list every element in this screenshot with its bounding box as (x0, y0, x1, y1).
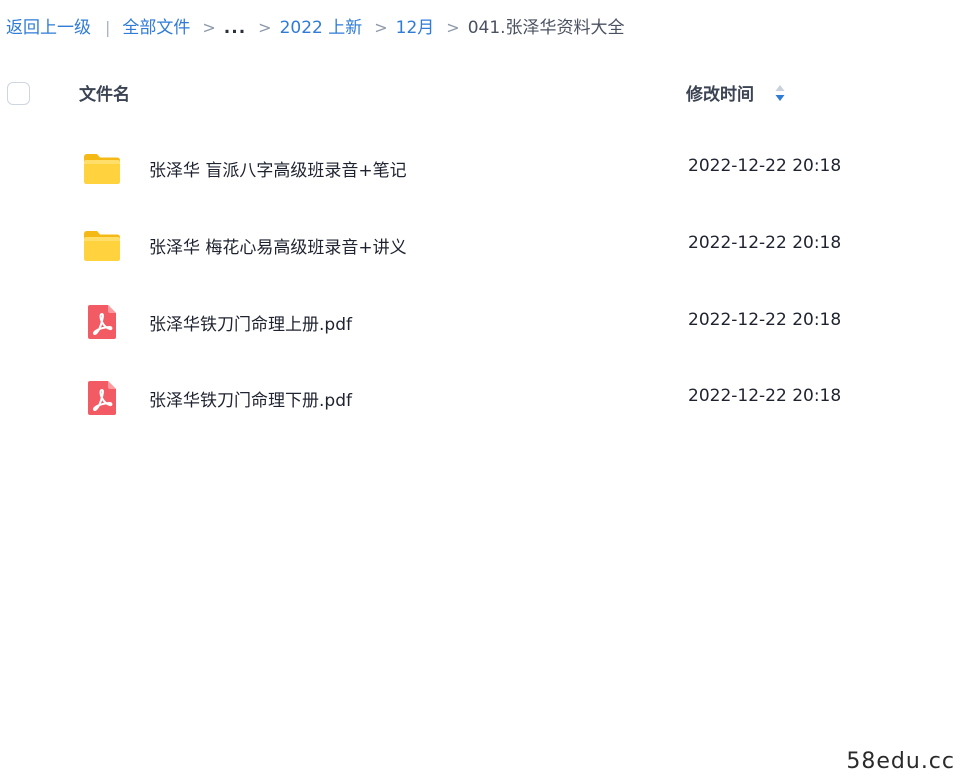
breadcrumb-separator-icon: > (374, 18, 388, 37)
breadcrumb-ellipsis[interactable]: ... (224, 14, 246, 42)
table-row[interactable]: 张泽华 梅花心易高级班录音+讲义 2022-12-22 20:18 (0, 211, 969, 281)
breadcrumb: 返回上一级 | 全部文件 > ... > 2022 上新 > 12月 > 041… (6, 14, 625, 42)
file-modified-time: 2022-12-22 20:18 (688, 386, 842, 406)
breadcrumb-separator-icon: > (446, 18, 460, 37)
back-link[interactable]: 返回上一级 (6, 14, 91, 42)
folder-icon (84, 154, 120, 184)
breadcrumb-current: 041.张泽华资料大全 (467, 18, 625, 38)
watermark: 58edu.cc (846, 749, 955, 774)
file-browser: 返回上一级 | 全部文件 > ... > 2022 上新 > 12月 > 041… (0, 0, 969, 784)
pdf-icon (88, 381, 116, 415)
file-name[interactable]: 张泽华 盲派八字高级班录音+笔记 (149, 156, 407, 181)
select-all-checkbox[interactable] (7, 82, 30, 105)
breadcrumb-all-files[interactable]: 全部文件 (122, 14, 190, 42)
folder-icon (84, 231, 120, 261)
breadcrumb-2022[interactable]: 2022 上新 (280, 14, 363, 42)
file-name[interactable]: 张泽华铁刀门命理下册.pdf (149, 386, 352, 411)
column-header-time[interactable]: 修改时间 (686, 80, 754, 105)
column-header-name[interactable]: 文件名 (79, 80, 130, 105)
table-row[interactable]: 张泽华铁刀门命理下册.pdf 2022-12-22 20:18 (0, 364, 969, 434)
breadcrumb-separator-icon: > (202, 18, 216, 37)
table-row[interactable]: 张泽华 盲派八字高级班录音+笔记 2022-12-22 20:18 (0, 134, 969, 204)
table-row[interactable]: 张泽华铁刀门命理上册.pdf 2022-12-22 20:18 (0, 288, 969, 358)
file-modified-time: 2022-12-22 20:18 (688, 310, 842, 330)
file-name[interactable]: 张泽华 梅花心易高级班录音+讲义 (149, 233, 407, 258)
pdf-icon (88, 305, 116, 339)
sort-updown-icon[interactable] (774, 83, 786, 103)
table-header: 文件名 修改时间 (0, 76, 969, 112)
breadcrumb-divider: | (105, 18, 111, 37)
file-name[interactable]: 张泽华铁刀门命理上册.pdf (149, 310, 352, 335)
file-modified-time: 2022-12-22 20:18 (688, 233, 842, 253)
breadcrumb-december[interactable]: 12月 (396, 14, 435, 42)
breadcrumb-separator-icon: > (258, 18, 272, 37)
file-modified-time: 2022-12-22 20:18 (688, 156, 842, 176)
